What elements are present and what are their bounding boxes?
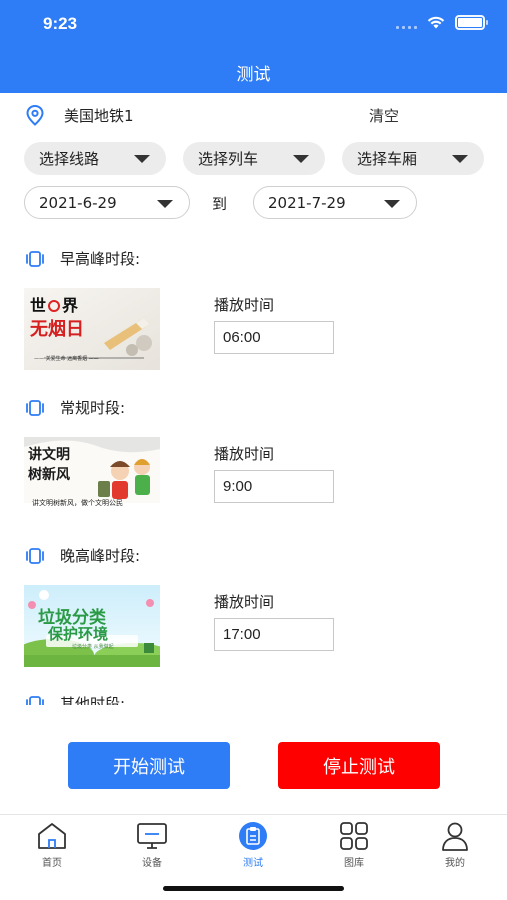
status-icons <box>396 15 488 30</box>
period-thumbnail[interactable]: 讲文明 树新风 讲文明树新风，做个文明公民 <box>24 437 160 519</box>
tab-label: 图库 <box>344 858 364 869</box>
tab-device[interactable]: 设备 <box>122 821 182 869</box>
select-carriage[interactable]: 选择车厢 <box>342 142 484 175</box>
wifi-icon <box>427 16 445 29</box>
tab-gallery[interactable]: 图库 <box>324 821 384 869</box>
period-label: 晚高峰时段: <box>60 547 141 565</box>
period-thumbnail[interactable]: 垃圾分类 保护环境 垃圾分类 从我做起 <box>24 585 160 667</box>
thumb-caption: —— 关爱生命 远离香烟 —— <box>34 356 99 362</box>
thumb-text-1: 讲文明 <box>28 447 70 463</box>
user-icon <box>442 822 468 851</box>
chevron-down-icon <box>452 155 468 163</box>
period-item-morning: 早高峰时段: 世界 无烟日 —— 关爱生命 远离香烟 —— 播放时间 06:00 <box>0 240 507 380</box>
chevron-down-icon <box>157 200 173 208</box>
play-time-label: 播放时间 <box>214 593 275 611</box>
start-date-picker[interactable]: 2021-6-29 <box>24 186 190 219</box>
period-list[interactable]: 早高峰时段: 世界 无烟日 —— 关爱生命 远离香烟 —— 播放时间 06:00 <box>0 240 507 705</box>
select-line[interactable]: 选择线路 <box>24 142 166 175</box>
date-to-label: 到 <box>212 195 228 213</box>
home-icon <box>38 823 66 849</box>
end-date-value: 2021-7-29 <box>268 193 346 212</box>
period-label: 常规时段: <box>60 399 126 417</box>
chevron-down-icon <box>134 155 150 163</box>
vibrate-icon <box>26 547 44 564</box>
period-item-regular: 常规时段: 讲文明 树新风 讲文明树新风，做个文明公民 播放时间 9:00 <box>0 389 507 529</box>
thumb-caption: 垃圾分类 从我做起 <box>72 644 114 650</box>
select-line-label: 选择线路 <box>39 150 100 168</box>
play-time-input[interactable]: 06:00 <box>214 321 334 354</box>
monitor-icon <box>137 823 167 849</box>
signal-icon <box>396 17 417 29</box>
tab-label: 设备 <box>142 858 162 869</box>
clear-button[interactable]: 清空 <box>369 105 399 126</box>
tab-label: 我的 <box>445 858 465 869</box>
tab-home[interactable]: 首页 <box>22 821 82 869</box>
vibrate-icon <box>26 399 44 416</box>
play-time-label: 播放时间 <box>214 296 275 314</box>
thumb-text-2: 保护环境 <box>48 625 109 643</box>
thumb-text-1: 世界 <box>30 296 79 315</box>
location-row: 美国地铁1 清空 <box>24 100 483 130</box>
thumb-text-2: 无烟日 <box>30 319 84 340</box>
vibrate-icon <box>26 250 44 267</box>
location-name: 美国地铁1 <box>64 106 134 125</box>
play-time-input[interactable]: 9:00 <box>214 470 334 503</box>
period-header: 其他时段: <box>24 693 125 705</box>
tab-label: 测试 <box>243 858 263 869</box>
period-item-evening: 晚高峰时段: 垃圾分类 保护环境 垃圾分类 从我做起 播放时间 17:00 <box>0 537 507 677</box>
header-bar: 9:23 测试 <box>0 0 507 93</box>
select-train-label: 选择列车 <box>198 150 259 168</box>
select-train[interactable]: 选择列车 <box>183 142 325 175</box>
play-time-input[interactable]: 17:00 <box>214 618 334 651</box>
home-indicator <box>163 886 344 891</box>
thumb-text-2: 树新风 <box>28 467 70 483</box>
battery-icon <box>455 15 488 30</box>
start-date-value: 2021-6-29 <box>39 193 117 212</box>
date-range: 2021-6-29 到 2021-7-29 <box>24 186 444 220</box>
end-date-picker[interactable]: 2021-7-29 <box>253 186 417 219</box>
period-item-other: 其他时段: <box>0 685 507 705</box>
gallery-icon <box>340 822 368 850</box>
period-thumbnail[interactable]: 世界 无烟日 —— 关爱生命 远离香烟 —— <box>24 288 160 370</box>
page-title: 测试 <box>236 65 271 85</box>
period-header: 常规时段: <box>24 397 125 418</box>
period-label: 早高峰时段: <box>60 250 141 268</box>
test-icon <box>239 822 267 850</box>
period-label: 其他时段: <box>60 695 126 705</box>
chevron-down-icon <box>384 200 400 208</box>
play-time-label: 播放时间 <box>214 445 275 463</box>
period-header: 晚高峰时段: <box>24 545 140 566</box>
tab-profile[interactable]: 我的 <box>425 821 485 869</box>
stop-test-button[interactable]: 停止测试 <box>278 742 440 789</box>
select-carriage-label: 选择车厢 <box>357 150 418 168</box>
start-test-button[interactable]: 开始测试 <box>68 742 230 789</box>
status-time: 9:23 <box>43 14 78 33</box>
chevron-down-icon <box>293 155 309 163</box>
tab-label: 首页 <box>42 858 62 869</box>
location-pin-icon <box>26 104 44 126</box>
thumb-caption: 讲文明树新风，做个文明公民 <box>32 499 123 507</box>
period-header: 早高峰时段: <box>24 248 140 269</box>
tab-test[interactable]: 测试 <box>223 821 283 869</box>
vibrate-icon <box>26 695 44 705</box>
filter-selects: 选择线路 选择列车 选择车厢 <box>24 142 484 175</box>
